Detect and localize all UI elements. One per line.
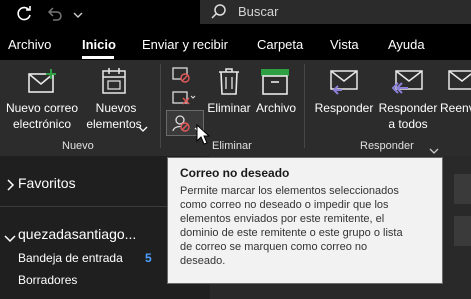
inbox-label: Bandeja de entrada: [18, 251, 123, 265]
reply-icon: [328, 68, 360, 101]
reply-button[interactable]: Responder: [312, 60, 376, 136]
tooltip-title: Correo no deseado: [180, 166, 290, 180]
new-email-button[interactable]: Nuevo correo electrónico: [0, 60, 84, 136]
chevron-right-icon: [6, 178, 16, 196]
search-box[interactable]: Buscar: [200, 0, 471, 24]
favorites-label: Favoritos: [18, 175, 76, 191]
ribbon: Nuevo correo electrónico Nuevos elemento…: [0, 60, 471, 156]
group-label-new: Nuevo: [62, 140, 94, 152]
tooltip-body: Permite marcar los elementos seleccionad…: [180, 185, 403, 267]
new-items-icon: [100, 66, 130, 101]
group-separator: [160, 64, 161, 148]
chevron-down-icon: [138, 120, 148, 138]
search-filter-box[interactable]: [454, 174, 471, 204]
search-placeholder: Buscar: [238, 4, 279, 19]
reply-all-button[interactable]: Responder a todos: [376, 60, 440, 136]
new-items-label-1: Nuevos: [95, 101, 137, 115]
drafts-folder[interactable]: Borradores: [0, 270, 160, 290]
reply-all-icon: [390, 68, 424, 101]
junk-mail-icon: [171, 113, 191, 138]
sync-icon[interactable]: [14, 4, 34, 29]
group-label-delete: Eliminar: [212, 140, 252, 152]
tab-enviar-y-recibir[interactable]: Enviar y recibir: [142, 37, 228, 52]
junk-mail-tooltip: Correo no deseado Permite marcar los ele…: [167, 157, 443, 284]
account-label: quezadasantiago...: [18, 226, 137, 242]
filter-box[interactable]: [454, 216, 471, 246]
reply-all-label-1: Responder: [378, 101, 438, 115]
new-email-label-2: electrónico: [12, 117, 72, 131]
active-tab-indicator: [82, 56, 114, 59]
undo-icon[interactable]: [44, 4, 64, 29]
new-items-label-2: elementos: [86, 117, 142, 131]
chevron-down-icon: [4, 231, 16, 249]
forward-icon: [448, 68, 471, 101]
quick-access-dropdown-icon[interactable]: [72, 8, 84, 26]
title-bar: Buscar: [0, 0, 471, 28]
group-separator: [304, 64, 305, 148]
reply-all-label-2: a todos: [388, 117, 428, 131]
mouse-cursor-icon: [196, 123, 211, 151]
forward-button[interactable]: Reenv: [440, 60, 471, 136]
tab-ayuda[interactable]: Ayuda: [388, 37, 425, 52]
archive-button[interactable]: Archivo: [254, 60, 298, 136]
delete-label: Eliminar: [207, 101, 251, 115]
group-label-respond: Responder: [360, 140, 414, 152]
ignore-icon[interactable]: [170, 64, 192, 89]
delete-button[interactable]: Eliminar: [204, 60, 254, 136]
new-items-button[interactable]: Nuevos elementos: [84, 60, 148, 136]
tab-vista[interactable]: Vista: [330, 37, 359, 52]
tab-carpeta[interactable]: Carpeta: [257, 37, 303, 52]
ribbon-tabs: Archivo Inicio Enviar y recibir Carpeta …: [0, 28, 471, 60]
tab-archivo[interactable]: Archivo: [8, 37, 51, 52]
new-email-label-1: Nuevo correo: [5, 101, 79, 115]
inbox-folder[interactable]: Bandeja de entrada 5: [0, 248, 160, 268]
unread-count-badge: 5: [145, 251, 152, 265]
trash-icon: [217, 66, 241, 101]
archive-icon: [260, 68, 290, 101]
tab-inicio[interactable]: Inicio: [82, 37, 116, 52]
archive-label: Archivo: [255, 101, 296, 115]
reply-label: Responder: [314, 101, 374, 115]
forward-label: Reenv: [440, 101, 471, 115]
search-icon: [210, 3, 228, 26]
new-email-icon: [27, 68, 59, 101]
drafts-label: Borradores: [18, 273, 78, 287]
